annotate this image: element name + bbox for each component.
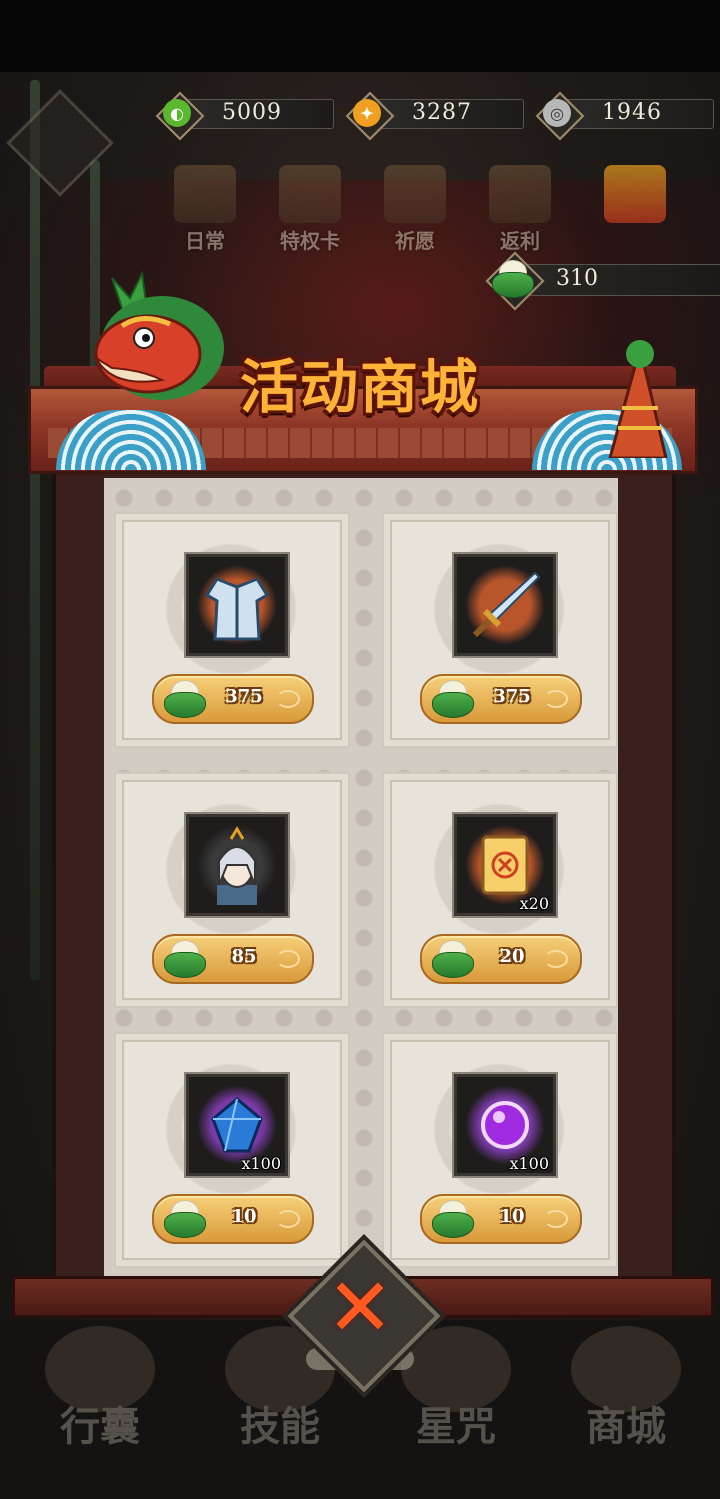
tab-daily[interactable]: 日常 [160,165,250,257]
zongzi-icon [164,680,206,718]
shop-item-purple-orb[interactable]: x100 10 [382,1032,618,1268]
currency-value: 1946 [602,100,662,125]
zongzi-icon [432,680,474,718]
card-tab-icon [279,165,341,223]
buy-button[interactable]: 375 [420,674,582,724]
swirl-decoration [276,950,300,968]
close-button[interactable]: ✕ [287,1239,441,1393]
swirl-decoration [544,1210,568,1228]
zongzi-icon [164,1200,206,1238]
swirl-decoration [544,950,568,968]
tab-wish[interactable]: 祈愿 [370,165,460,257]
shop-item-scroll[interactable]: x20 20 [382,772,618,1008]
game-screen: ◐ 5009 ✦ 3287 ◎ 1946 日常 特权卡 祈愿 返利 310 37… [0,0,720,1499]
currency-gold: ✦ 3287 [345,91,524,141]
buy-button[interactable]: 85 [152,934,314,984]
shop-title: 活动商城 [239,353,480,421]
nav-shop[interactable]: 商城 [546,1320,706,1460]
currency-value: 5009 [222,100,282,125]
top-bar [0,0,720,72]
zongzi-icon [432,940,474,978]
item-price: 20 [499,946,525,967]
scroll-tab-icon [174,165,236,223]
hero-portrait-icon [197,825,277,909]
item-price: 375 [225,686,263,707]
item-quantity: x100 [509,1154,549,1173]
chest-tab-icon [489,165,551,223]
silver-coin-icon: ◎ [543,99,571,127]
buy-button[interactable]: 10 [420,1194,582,1244]
zongzi-counter: 310 [485,251,720,311]
top-tabs: 日常 特权卡 祈愿 返利 [160,165,720,260]
item-slot[interactable]: x20 [454,814,556,916]
item-price: 10 [231,1206,257,1227]
item-price: 375 [493,686,531,707]
currency-value: 3287 [412,100,472,125]
sword-icon [465,565,545,649]
shop-item-blue-gem[interactable]: x100 10 [114,1032,350,1268]
tab-privilege-card[interactable]: 特权卡 [265,165,355,257]
buy-button[interactable]: 10 [152,1194,314,1244]
bamboo-decoration [30,80,40,980]
item-slot[interactable]: x100 [186,1074,288,1176]
item-slot[interactable] [186,814,288,916]
item-quantity: x20 [519,894,549,913]
zongzi-icon [492,260,534,298]
shrine-tab-icon [384,165,446,223]
swirl-decoration [276,1210,300,1228]
zongzi-value: 310 [556,266,598,291]
item-price: 10 [499,1206,525,1227]
zongzi-banner-icon [608,340,668,458]
zongzi-icon [432,1200,474,1238]
close-icon: ✕ [326,1261,394,1354]
zongzi-icon [164,940,206,978]
gift-icon[interactable] [590,165,680,257]
nav-bag[interactable]: 行囊 [20,1320,180,1460]
currency-silver: ◎ 1946 [535,91,714,141]
currency-jade: ◐ 5009 [155,91,334,141]
buy-button[interactable]: 375 [152,674,314,724]
item-quantity: x100 [241,1154,281,1173]
shop-panel: 375 375 85 x20 20 x100 10 x100 10 [104,478,618,1278]
shop-item-sword[interactable]: 375 [382,512,618,748]
item-price: 85 [231,946,257,967]
tab-rebate[interactable]: 返利 [475,165,565,257]
item-slot[interactable]: x100 [454,1074,556,1176]
robe-icon [197,565,277,649]
jade-orb-icon: ◐ [163,99,191,127]
gold-coin-icon: ✦ [353,99,381,127]
item-slot[interactable] [454,554,556,656]
buy-button[interactable]: 20 [420,934,582,984]
shop-item-hero-portrait[interactable]: 85 [114,772,350,1008]
item-slot[interactable] [186,554,288,656]
swirl-decoration [276,690,300,708]
shop-item-blue-robe[interactable]: 375 [114,512,350,748]
swirl-decoration [544,690,568,708]
